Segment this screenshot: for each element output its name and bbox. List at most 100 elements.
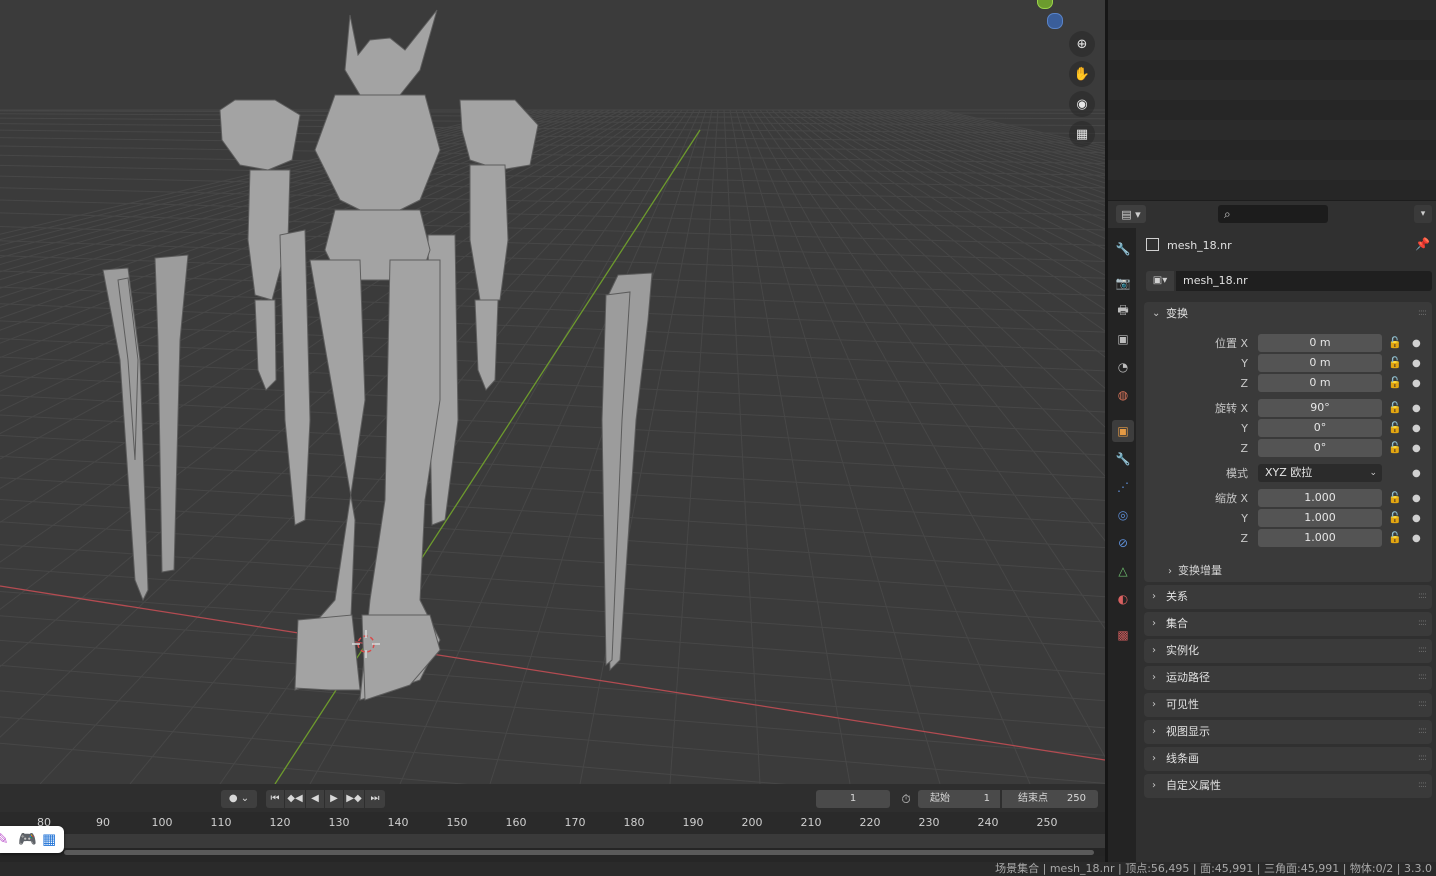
timeline-track[interactable] — [0, 834, 1105, 848]
data-tab-icon[interactable]: △ — [1112, 560, 1134, 582]
keyframe-dot-icon[interactable]: ● — [1412, 464, 1421, 483]
drag-grip-icon[interactable]: :::: — [1418, 774, 1427, 797]
lock-icon[interactable]: 🔓 — [1388, 421, 1402, 434]
properties-options-button[interactable]: ▾ — [1414, 205, 1432, 223]
keyframe-dot-icon[interactable]: ● — [1412, 509, 1421, 528]
lock-icon[interactable]: 🔓 — [1388, 401, 1402, 414]
keyframe-dot-icon[interactable]: ● — [1412, 419, 1421, 438]
rotation-z-field[interactable]: 0° — [1258, 439, 1382, 457]
keyframe-dot-icon[interactable]: ● — [1412, 399, 1421, 418]
panel-custom-properties[interactable]: › 自定义属性:::: — [1144, 774, 1432, 798]
floating-toolbar[interactable]: ✎ 🎮 ▦ — [0, 826, 64, 853]
outliner-panel[interactable] — [1108, 0, 1436, 200]
apps-grid-icon[interactable]: ▦ — [42, 830, 56, 848]
physics-tab-icon[interactable]: ◎ — [1112, 504, 1134, 526]
outliner-row[interactable] — [1108, 80, 1436, 100]
end-frame-field[interactable]: 结束点 250 — [1002, 790, 1098, 808]
panel-line-art[interactable]: › 线条画:::: — [1144, 747, 1432, 771]
panel-viewport-display[interactable]: › 视图显示:::: — [1144, 720, 1432, 744]
timeline-ruler[interactable]: 80 90 100 110 120 130 140 150 160 170 180 190 200 210… — [0, 812, 1105, 834]
start-frame-field[interactable]: 起始 1 — [918, 790, 1000, 808]
object-tab-icon[interactable]: ▣ — [1112, 420, 1134, 442]
drag-grip-icon[interactable]: :::: — [1418, 747, 1427, 770]
3d-viewport[interactable]: ⊕ ✋ ◉ ▦ — [0, 0, 1105, 784]
lock-icon[interactable]: 🔓 — [1388, 511, 1402, 524]
timeline-scrollbar[interactable] — [0, 848, 1105, 856]
jump-start-icon[interactable]: ⏮ — [266, 790, 284, 808]
view-layer-tab-icon[interactable]: ▣ — [1112, 328, 1134, 350]
keying-button[interactable]: ● ⌄ — [221, 790, 257, 808]
outliner-row[interactable] — [1108, 140, 1436, 160]
lock-icon[interactable]: 🔓 — [1388, 376, 1402, 389]
drag-grip-icon[interactable]: :::: — [1418, 585, 1427, 608]
outliner-row[interactable] — [1108, 160, 1436, 180]
lock-icon[interactable]: 🔓 — [1388, 531, 1402, 544]
drag-grip-icon[interactable]: :::: — [1418, 693, 1427, 716]
keyframe-dot-icon[interactable]: ● — [1412, 354, 1421, 373]
constraints-tab-icon[interactable]: ⊘ — [1112, 532, 1134, 554]
render-tab-icon[interactable]: 📷 — [1112, 272, 1134, 294]
camera-icon[interactable]: ◉ — [1069, 91, 1095, 117]
gizmo-z-axis-icon[interactable] — [1047, 13, 1063, 29]
location-y-field[interactable]: 0 m — [1258, 354, 1382, 372]
scrollbar-thumb[interactable] — [64, 850, 1094, 855]
object-name-field[interactable]: ▣▾ mesh_18.nr — [1146, 271, 1432, 291]
outliner-row[interactable] — [1108, 100, 1436, 120]
output-tab-icon[interactable]: 🖶 — [1112, 300, 1134, 322]
brush-icon[interactable]: ✎ — [0, 830, 9, 848]
grid-perspective-icon[interactable]: ▦ — [1069, 121, 1095, 147]
object-name-input[interactable]: mesh_18.nr — [1176, 271, 1432, 291]
material-tab-icon[interactable]: ◐ — [1112, 588, 1134, 610]
keyframe-dot-icon[interactable]: ● — [1412, 529, 1421, 548]
rotation-mode-select[interactable]: XYZ 欧拉 ⌄ — [1258, 464, 1382, 482]
rotation-x-field[interactable]: 90° — [1258, 399, 1382, 417]
properties-search-input[interactable]: ⌕ — [1218, 205, 1328, 223]
rotation-y-field[interactable]: 0° — [1258, 419, 1382, 437]
scene-tab-icon[interactable]: ◔ — [1112, 356, 1134, 378]
keyframe-dot-icon[interactable]: ● — [1412, 439, 1421, 458]
world-tab-icon[interactable]: ◍ — [1112, 384, 1134, 406]
drag-grip-icon[interactable]: :::: — [1418, 720, 1427, 743]
editor-type-button[interactable]: ▤ ▾ — [1116, 205, 1146, 223]
outliner-row[interactable] — [1108, 120, 1436, 140]
scale-x-field[interactable]: 1.000 — [1258, 489, 1382, 507]
lock-icon[interactable]: 🔓 — [1388, 441, 1402, 454]
jump-end-icon[interactable]: ⏭ — [365, 790, 385, 808]
drag-grip-icon[interactable]: :::: — [1418, 612, 1427, 635]
next-keyframe-icon[interactable]: ▶◆ — [344, 790, 364, 808]
delta-transform-subpanel[interactable]: › 变换增量 — [1168, 562, 1222, 578]
prev-keyframe-icon[interactable]: ◆◀ — [285, 790, 305, 808]
play-reverse-icon[interactable]: ◀ — [306, 790, 324, 808]
particles-tab-icon[interactable]: ⋰ — [1112, 476, 1134, 498]
lock-icon[interactable]: 🔓 — [1388, 356, 1402, 369]
play-icon[interactable]: ▶ — [325, 790, 343, 808]
timeline-editor[interactable]: ● ⌄ ⏮ ◆◀ ◀ ▶ ▶◆ ⏭ 1 ⏱ 起始 1 结束点 250 80 90 1… — [0, 784, 1105, 864]
stopwatch-icon[interactable]: ⏱ — [896, 790, 916, 808]
drag-grip-icon[interactable]: :::: — [1418, 639, 1427, 662]
keyframe-dot-icon[interactable]: ● — [1412, 374, 1421, 393]
hand-pan-icon[interactable]: ✋ — [1069, 61, 1095, 87]
drag-grip-icon[interactable]: :::: — [1418, 302, 1427, 325]
panel-instancing[interactable]: › 实例化:::: — [1144, 639, 1432, 663]
modifier-tab-icon[interactable]: 🔧 — [1112, 448, 1134, 470]
pin-icon[interactable]: 📌 — [1415, 237, 1430, 251]
panel-visibility[interactable]: › 可见性:::: — [1144, 693, 1432, 717]
object-type-dropdown[interactable]: ▣▾ — [1146, 271, 1174, 291]
tool-tab-icon[interactable]: 🔧 — [1112, 238, 1134, 260]
transform-panel-header[interactable]: ⌄ 变换 :::: — [1144, 302, 1432, 325]
location-x-field[interactable]: 0 m — [1258, 334, 1382, 352]
current-frame-field[interactable]: 1 — [816, 790, 890, 808]
outliner-row[interactable] — [1108, 20, 1436, 40]
scale-y-field[interactable]: 1.000 — [1258, 509, 1382, 527]
zoom-icon[interactable]: ⊕ — [1069, 31, 1095, 57]
panel-collections[interactable]: › 集合:::: — [1144, 612, 1432, 636]
panel-motion-paths[interactable]: › 运动路径:::: — [1144, 666, 1432, 690]
outliner-row[interactable] — [1108, 40, 1436, 60]
scale-z-field[interactable]: 1.000 — [1258, 529, 1382, 547]
drag-grip-icon[interactable]: :::: — [1418, 666, 1427, 689]
keyframe-dot-icon[interactable]: ● — [1412, 489, 1421, 508]
panel-relations[interactable]: › 关系:::: — [1144, 585, 1432, 609]
lock-icon[interactable]: 🔓 — [1388, 491, 1402, 504]
outliner-row[interactable] — [1108, 60, 1436, 80]
texture-tab-icon[interactable]: ▩ — [1112, 624, 1134, 646]
